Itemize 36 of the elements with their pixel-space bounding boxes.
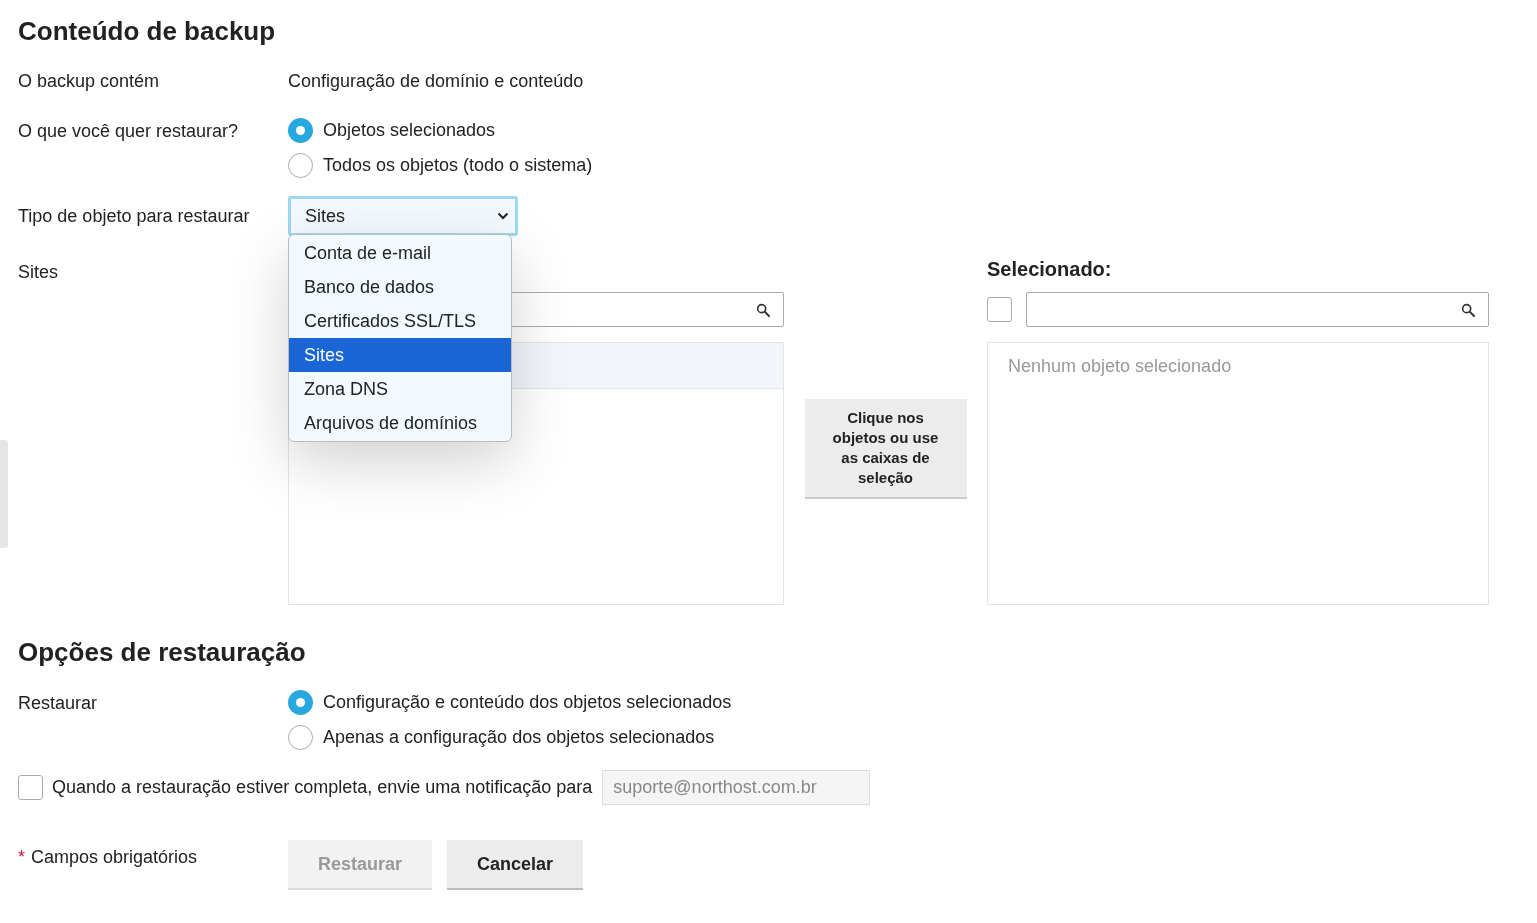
dropdown-option[interactable]: Banco de dados — [289, 270, 511, 304]
radio-label: Objetos selecionados — [323, 119, 496, 142]
select-dropdown[interactable]: Sites — [288, 196, 518, 236]
dropdown-option[interactable]: Sites — [289, 338, 511, 372]
checkbox-label: Quando a restauração estiver completa, envie uma notificação para — [52, 776, 593, 799]
search-icon — [1460, 301, 1476, 318]
required-asterisk: * — [18, 846, 25, 869]
side-tab-handle[interactable] — [0, 440, 8, 548]
required-note: Campos obrigatórios — [31, 846, 198, 869]
radio-label: Configuração e conteúdo dos objetos selecionados — [323, 691, 732, 714]
radio-label: Apenas a configuração dos objetos selecionados — [323, 726, 715, 749]
checkbox[interactable] — [987, 297, 1012, 322]
radio-button[interactable] — [288, 690, 313, 715]
dropdown-option[interactable]: Zona DNS — [289, 372, 511, 406]
dropdown-option[interactable]: Conta de e-mail — [289, 236, 511, 270]
chevron-down-icon — [497, 212, 509, 220]
field-label: O que você quer restaurar? — [18, 120, 240, 143]
panel-title: Selecionado: — [987, 257, 1113, 282]
dropdown-option[interactable]: Certificados SSL/TLS — [289, 304, 511, 338]
radio-button[interactable] — [288, 725, 313, 750]
action-button[interactable]: Cancelar — [447, 840, 584, 890]
radio-button[interactable] — [288, 118, 313, 143]
field-value: Configuração de domínio e conteúdo — [288, 69, 584, 93]
section-title: Conteúdo de backup — [18, 15, 277, 48]
field-label: Restaurar — [18, 692, 99, 715]
radio-button[interactable] — [288, 153, 313, 178]
field-label: Tipo de objeto para restaurar — [18, 204, 251, 228]
dropdown-option[interactable]: Arquivos de domínios — [289, 406, 511, 440]
search-field[interactable] — [1026, 292, 1489, 327]
hint-button[interactable]: Clique nos objetos ou use as caixas de seleção — [804, 399, 967, 499]
empty-message: Nenhum objeto selecionado — [1008, 356, 1232, 376]
search-icon — [755, 301, 771, 318]
field-label: O backup contém — [18, 69, 161, 93]
field-label: Sites — [18, 261, 60, 284]
section-title: Opções de restauração — [18, 636, 307, 669]
radio-label: Todos os objetos (todo o sistema) — [323, 154, 593, 177]
